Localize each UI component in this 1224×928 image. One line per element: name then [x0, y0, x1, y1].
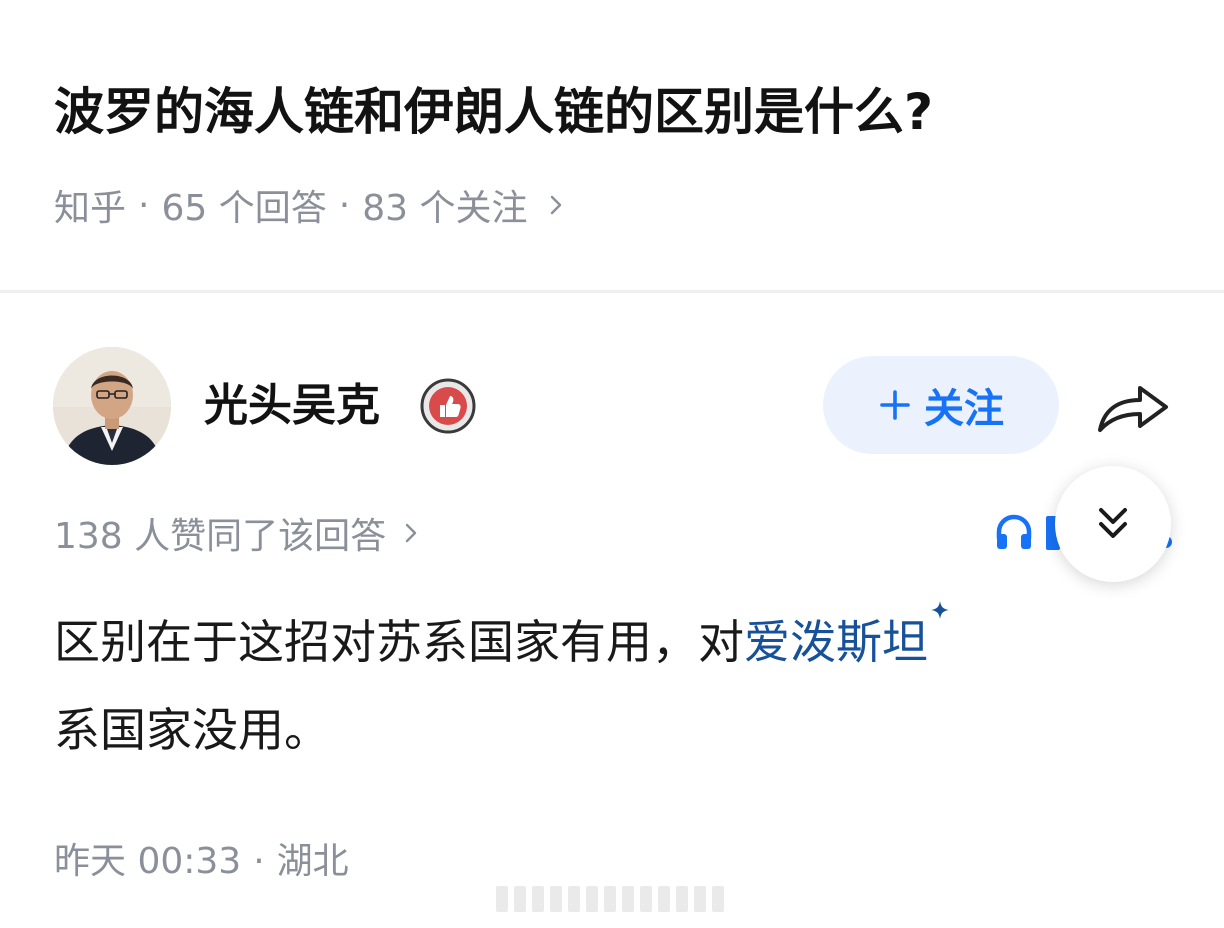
answer-location: 湖北 — [276, 841, 349, 882]
collapse-button[interactable] — [1055, 466, 1171, 582]
followers-count: 83 个关注 — [362, 188, 528, 229]
question-meta[interactable]: 知乎 · 65 个回答 · 83 个关注 — [54, 180, 567, 230]
answer-body: 区别在于这招对苏系国家有用，对爱泼斯坦 系国家没用。 — [54, 598, 1154, 774]
answer-line-2: 系国家没用。 — [54, 703, 330, 757]
share-arrow-icon[interactable] — [1096, 376, 1172, 436]
answer-time: 昨天 00:33 — [54, 841, 242, 882]
follow-label: 关注 — [924, 386, 1004, 432]
meta-separator: · — [338, 184, 351, 226]
sparkle-icon — [931, 601, 949, 619]
chevron-right-icon — [551, 195, 562, 215]
meta-dot: · — [253, 841, 265, 882]
question-title[interactable]: 波罗的海人链和伊朗人链的区别是什么? — [54, 76, 1174, 148]
double-chevron-down-icon — [1099, 508, 1127, 538]
chevron-right-icon — [405, 523, 417, 543]
follow-button[interactable]: 关注 — [823, 356, 1059, 454]
watermark — [496, 884, 734, 914]
keyword-search-link[interactable]: 爱泼斯坦 — [744, 615, 928, 669]
answer-text: 区别在于这招对苏系国家有用，对 — [54, 615, 744, 669]
votes-summary[interactable]: 138 人赞同了该回答 — [54, 506, 422, 560]
author-avatar[interactable] — [53, 347, 171, 465]
section-divider — [0, 290, 1224, 293]
thumbs-up-badge-icon[interactable] — [420, 378, 476, 434]
plus-icon — [880, 390, 910, 420]
answer-meta: 昨天 00:33 · 湖北 — [54, 836, 349, 888]
author-name[interactable]: 光头吴克 — [204, 378, 380, 434]
answer-line-1: 区别在于这招对苏系国家有用，对爱泼斯坦 — [54, 598, 1154, 686]
question-source: 知乎 — [54, 188, 127, 229]
headphones-icon[interactable] — [994, 512, 1034, 552]
meta-separator: · — [138, 184, 150, 226]
votes-text: 138 人赞同了该回答 — [54, 516, 387, 557]
answers-count: 65 个回答 — [161, 188, 327, 229]
